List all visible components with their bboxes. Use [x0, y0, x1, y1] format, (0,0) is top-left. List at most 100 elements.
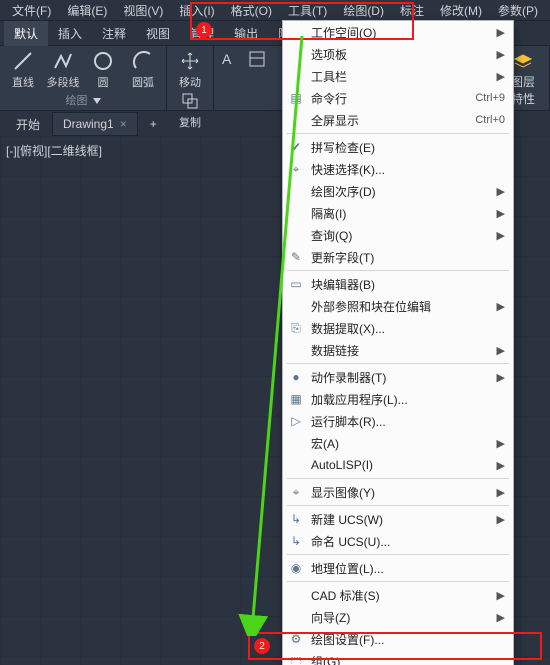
ribbon-tab-output[interactable]: 输出 [224, 21, 268, 46]
menu-item[interactable]: 外部参照和块在位编辑▶ [283, 295, 513, 317]
menu-item-label: 隔离(I) [311, 205, 491, 222]
ribbon-tab-view[interactable]: 视图 [136, 21, 180, 46]
menu-item[interactable]: ↳新建 UCS(W)▶ [283, 508, 513, 530]
submenu-arrow-icon: ▶ [497, 371, 505, 384]
copy-icon [179, 90, 201, 112]
menu-draw[interactable]: 绘图(D) [335, 0, 392, 21]
menu-item-icon [287, 45, 305, 63]
menu-item-icon: ▤ [287, 89, 305, 107]
polyline-icon [52, 50, 74, 72]
menu-item[interactable]: ⎘ 数据提取(X)... [283, 317, 513, 339]
menu-dim[interactable]: 标注 [392, 0, 432, 21]
menu-item[interactable]: ⌖快速选择(K)... [283, 158, 513, 180]
tab-drawing1-label: Drawing1 [63, 117, 114, 131]
annotate-icon[interactable]: A [220, 50, 238, 68]
polyline-label: 多段线 [47, 74, 80, 90]
arc-icon [132, 50, 154, 72]
menu-format[interactable]: 格式(O) [223, 0, 280, 21]
menu-item-label: 运行脚本(R)... [311, 413, 505, 430]
menu-item[interactable]: 全屏显示Ctrl+0 [283, 109, 513, 131]
menu-item-label: 拼写检查(E) [311, 139, 505, 156]
menu-item-label: 工作空间(O) [311, 24, 491, 41]
menu-item[interactable]: ●动作录制器(T)▶ [283, 366, 513, 388]
menu-item-label: 绘图次序(D) [311, 183, 491, 200]
menu-item-label: 命名 UCS(U)... [311, 533, 505, 550]
menu-separator [287, 270, 509, 271]
menu-item-label: 外部参照和块在位编辑 [311, 298, 491, 315]
line-button[interactable]: 直线 [6, 50, 40, 90]
tools-dropdown: 工作空间(O)▶选项板▶工具栏▶▤命令行Ctrl+9全屏显示Ctrl+0✔拼写检… [282, 20, 514, 665]
menu-item-icon [287, 608, 305, 626]
menu-item[interactable]: CAD 标准(S)▶ [283, 584, 513, 606]
menu-item[interactable]: AutoLISP(I)▶ [283, 454, 513, 476]
menu-separator [287, 554, 509, 555]
tab-close-icon[interactable]: × [120, 117, 127, 131]
menu-item-icon: ▭ [287, 275, 305, 293]
submenu-arrow-icon: ▶ [497, 48, 505, 61]
polyline-button[interactable]: 多段线 [46, 50, 80, 90]
menu-item[interactable]: ▤命令行Ctrl+9 [283, 87, 513, 109]
menu-param[interactable]: 参数(P) [490, 0, 546, 21]
menu-tools[interactable]: 工具(T) [280, 0, 335, 21]
menu-item[interactable]: 工作空间(O)▶ [283, 21, 513, 43]
menu-item[interactable]: 查询(Q)▶ [283, 224, 513, 246]
circle-button[interactable]: 圆 [86, 50, 120, 90]
menu-item[interactable]: ⚙ 绘图设置(F)... [283, 628, 513, 650]
tab-drawing1[interactable]: Drawing1 × [52, 112, 138, 136]
menu-item-label: 数据提取(X)... [311, 320, 505, 337]
menu-view[interactable]: 视图(V) [115, 0, 171, 21]
ribbon-tab-insert[interactable]: 插入 [48, 21, 92, 46]
menu-item-label: 绘图设置(F)... [311, 631, 505, 648]
menu-item-label: 全屏显示 [311, 112, 469, 129]
copy-button[interactable]: 复制 [173, 90, 207, 130]
move-button[interactable]: 移动 [173, 50, 207, 90]
ribbon-tab-annotate[interactable]: 注释 [92, 21, 136, 46]
menu-item[interactable]: ⌖显示图像(Y)▶ [283, 481, 513, 503]
menu-window[interactable]: 窗 [546, 0, 550, 21]
menu-file[interactable]: 文件(F) [4, 0, 59, 21]
submenu-arrow-icon: ▶ [497, 437, 505, 450]
tab-add[interactable]: + [140, 113, 167, 135]
menu-item[interactable]: ▭ 块编辑器(B) [283, 273, 513, 295]
menu-item[interactable]: ◉地理位置(L)... [283, 557, 513, 579]
menu-separator [287, 505, 509, 506]
viewport-label[interactable]: [-][俯视][二维线框] [6, 142, 102, 159]
layer-label: 图层 特性 [511, 73, 535, 107]
submenu-arrow-icon: ▶ [497, 70, 505, 83]
menu-item[interactable]: 隔离(I)▶ [283, 202, 513, 224]
menu-item-label: 查询(Q) [311, 227, 491, 244]
menu-separator [287, 581, 509, 582]
menu-modify[interactable]: 修改(M) [432, 0, 490, 21]
menu-item[interactable]: 宏(A) ▶ [283, 432, 513, 454]
hatch-icon[interactable] [248, 50, 266, 68]
menu-item[interactable]: ▷ 运行脚本(R)... [283, 410, 513, 432]
menu-item-icon: ✔ [287, 138, 305, 156]
ribbon-tab-manage[interactable]: 管理 [180, 21, 224, 46]
menu-item-icon: ⚙ [287, 630, 305, 648]
menu-item-label: 宏(A) [311, 435, 491, 452]
menu-insert[interactable]: 插入(I) [171, 0, 222, 21]
menu-item[interactable]: 工具栏▶ [283, 65, 513, 87]
menu-item[interactable]: 选项板▶ [283, 43, 513, 65]
menu-item[interactable]: ✎更新字段(T) [283, 246, 513, 268]
menu-item[interactable]: ▦加载应用程序(L)... [283, 388, 513, 410]
line-icon [12, 50, 34, 72]
menu-item-icon: ▷ [287, 412, 305, 430]
ribbon-tab-default[interactable]: 默认 [4, 21, 48, 46]
tab-start[interactable]: 开始 [6, 112, 50, 137]
menu-item[interactable]: ✔ 拼写检查(E) [283, 136, 513, 158]
menu-item[interactable]: 绘图次序(D) ▶ [283, 180, 513, 202]
menu-item[interactable]: 向导(Z)▶ [283, 606, 513, 628]
menu-edit[interactable]: 编辑(E) [59, 0, 115, 21]
menu-item-label: 块编辑器(B) [311, 276, 505, 293]
arc-button[interactable]: 圆弧 [126, 50, 160, 90]
menu-item-icon: ◉ [287, 559, 305, 577]
menu-item[interactable]: ⬚组(G) [283, 650, 513, 665]
menu-item-icon [287, 456, 305, 474]
menu-item-icon: ⎘ [287, 319, 305, 337]
menu-item[interactable]: 数据链接▶ [283, 339, 513, 361]
chevron-down-icon[interactable] [93, 98, 101, 104]
submenu-arrow-icon: ▶ [497, 185, 505, 198]
menu-item-label: 动作录制器(T) [311, 369, 491, 386]
menu-item[interactable]: ↳命名 UCS(U)... [283, 530, 513, 552]
